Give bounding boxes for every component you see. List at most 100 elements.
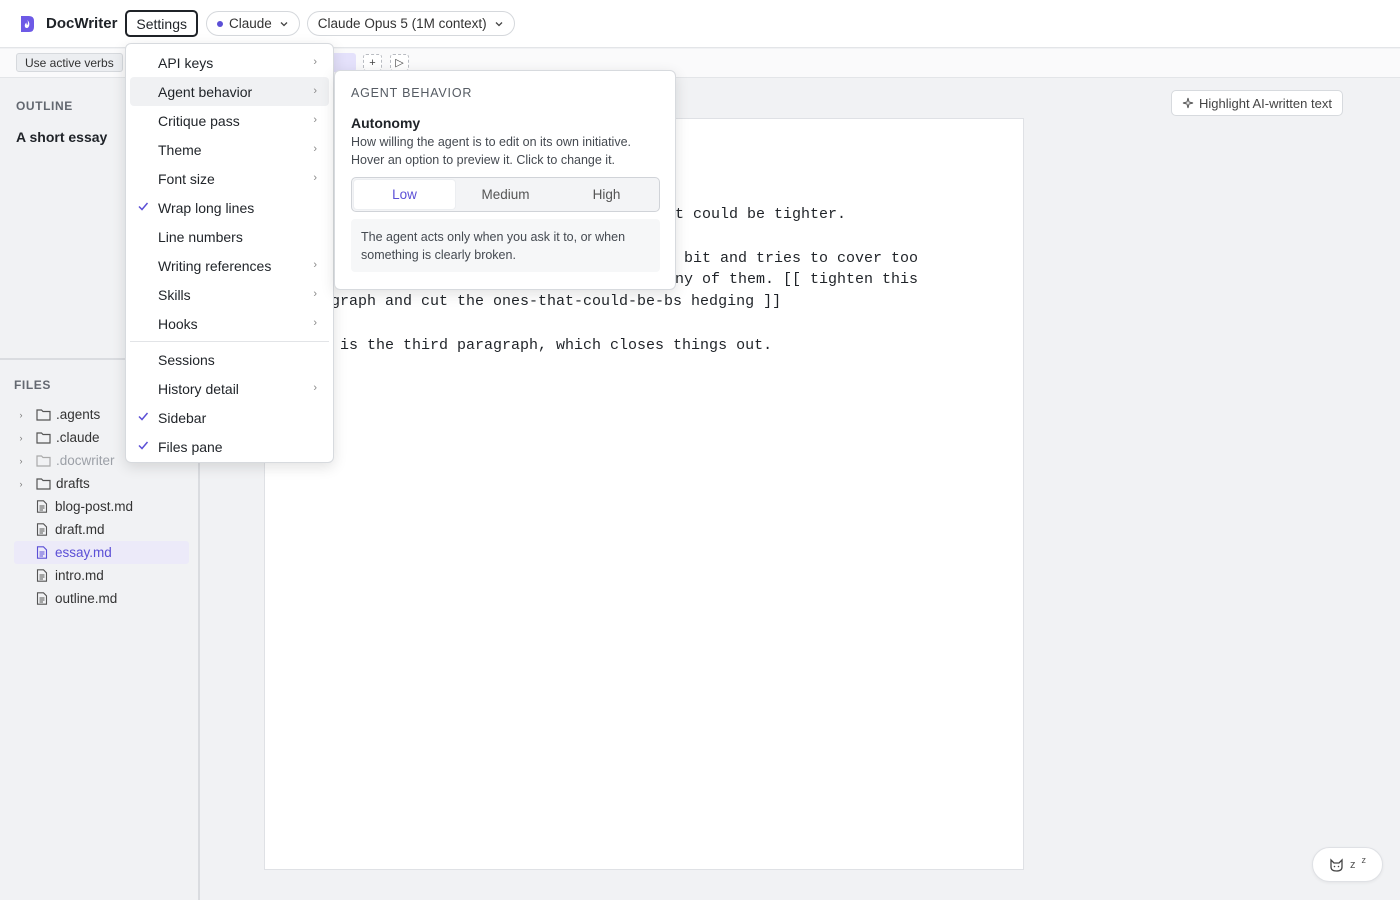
menu-item-writing-references[interactable]: Writing references › <box>130 251 329 280</box>
tree-file-essay[interactable]: essay.md <box>14 541 189 564</box>
menu-item-line-numbers[interactable]: Line numbers <box>130 222 329 251</box>
docwriter-logo-icon <box>21 15 34 32</box>
menu-item-label: Files pane <box>158 438 223 455</box>
menu-item-label: Wrap long lines <box>158 199 255 216</box>
sleep-label-small: z <box>1361 854 1367 865</box>
menu-item-label: Sidebar <box>158 409 207 426</box>
provider-selector[interactable]: Claude <box>206 11 300 36</box>
top-bar: DocWriter Settings Claude Claude Opus 5 … <box>0 0 1400 48</box>
chevron-right-icon: › <box>313 317 317 329</box>
autonomy-title: Autonomy <box>351 115 421 131</box>
menu-item-label: Theme <box>158 141 202 158</box>
chevron-right-icon: › <box>313 143 317 155</box>
cat-icon <box>1330 857 1343 872</box>
idle-status-button[interactable]: z z <box>1312 847 1383 882</box>
settings-menu: API keys › Agent behavior › Critique pas… <box>125 43 334 463</box>
check-icon <box>138 202 149 211</box>
agent-behavior-panel: AGENT BEHAVIOR Autonomy How willing the … <box>334 70 676 290</box>
chevron-right-icon: › <box>19 409 23 420</box>
tree-label: .docwriter <box>56 453 115 468</box>
chevron-right-icon: › <box>19 455 23 466</box>
menu-item-label: Font size <box>158 170 215 187</box>
tree-file-blog-post[interactable]: blog-post.md <box>14 495 189 518</box>
sparkle-icon <box>1182 97 1194 109</box>
chevron-right-icon: › <box>313 259 317 271</box>
file-icon <box>36 523 48 536</box>
outline-item[interactable]: A short essay <box>16 129 107 145</box>
style-chip[interactable]: Use active verbs <box>16 53 123 72</box>
menu-item-history-detail[interactable]: History detail › <box>130 374 329 403</box>
run-button[interactable]: ▷ <box>390 54 409 71</box>
doc-line[interactable]: ny of them. [[ tighten this <box>675 271 918 288</box>
menu-item-label: API keys <box>158 54 214 71</box>
tree-file-intro[interactable]: intro.md <box>14 564 189 587</box>
chevron-down-icon <box>280 21 288 26</box>
tree-folder-drafts[interactable]: › drafts <box>14 472 189 495</box>
doc-line[interactable]: bit and tries to cover too <box>675 250 918 267</box>
sleep-label: z <box>1350 858 1356 871</box>
autonomy-option-low[interactable]: Low <box>354 180 455 209</box>
tree-file-draft[interactable]: draft.md <box>14 518 189 541</box>
autonomy-option-high[interactable]: High <box>556 180 657 209</box>
menu-item-sessions[interactable]: Sessions <box>130 345 329 374</box>
menu-item-label: History detail <box>158 380 239 397</box>
menu-item-label: Agent behavior <box>158 83 253 100</box>
tree-label: .claude <box>56 430 100 445</box>
menu-item-agent-behavior[interactable]: Agent behavior › <box>130 77 329 106</box>
doc-line[interactable]: is the third paragraph, which closes thi… <box>331 337 772 354</box>
provider-status-dot <box>217 20 223 27</box>
menu-item-wrap-long-lines[interactable]: Wrap long lines <box>130 193 329 222</box>
file-icon <box>36 546 48 559</box>
chevron-right-icon: › <box>313 382 317 394</box>
tree-label: .agents <box>56 407 101 422</box>
menu-item-critique-pass[interactable]: Critique pass › <box>130 106 329 135</box>
menu-item-label: Sessions <box>158 351 215 368</box>
menu-item-skills[interactable]: Skills › <box>130 280 329 309</box>
autonomy-segmented-control: Low Medium High <box>351 177 660 212</box>
menu-item-label: Line numbers <box>158 228 243 245</box>
chevron-right-icon: › <box>313 114 317 126</box>
chevron-right-icon: › <box>313 172 317 184</box>
autonomy-description: How willing the agent is to edit on its … <box>351 135 632 167</box>
folder-icon <box>36 478 51 490</box>
model-label: Claude Opus 5 (1M context) <box>317 16 487 31</box>
chevron-down-icon <box>495 21 503 26</box>
settings-button[interactable]: Settings <box>125 10 198 37</box>
tree-label: drafts <box>56 476 90 491</box>
chevron-right-icon: › <box>313 56 317 68</box>
menu-separator <box>130 341 329 342</box>
autonomy-option-medium[interactable]: Medium <box>455 180 556 209</box>
folder-icon <box>36 455 51 467</box>
tree-label: outline.md <box>55 591 118 606</box>
menu-item-font-size[interactable]: Font size › <box>130 164 329 193</box>
autonomy-preview-note: The agent acts only when you ask it to, … <box>351 219 660 272</box>
chevron-right-icon: › <box>19 478 23 489</box>
check-icon <box>138 412 149 421</box>
model-selector[interactable]: Claude Opus 5 (1M context) <box>306 11 515 36</box>
tree-label: intro.md <box>55 568 104 583</box>
doc-line[interactable]: t could be tighter. <box>675 206 846 223</box>
panel-heading: AGENT BEHAVIOR <box>351 86 473 100</box>
menu-item-label: Skills <box>158 286 191 303</box>
menu-item-api-keys[interactable]: API keys › <box>130 48 329 77</box>
folder-icon <box>36 409 51 421</box>
highlight-ai-text-button[interactable]: Highlight AI-written text <box>1171 90 1343 116</box>
tree-file-outline[interactable]: outline.md <box>14 587 189 610</box>
files-heading: FILES <box>14 378 52 392</box>
app-title: DocWriter <box>46 15 118 32</box>
menu-item-hooks[interactable]: Hooks › <box>130 309 329 338</box>
add-button[interactable]: + <box>363 54 382 71</box>
tree-label: essay.md <box>55 545 112 560</box>
menu-item-files-pane[interactable]: Files pane <box>130 432 329 461</box>
menu-item-sidebar[interactable]: Sidebar <box>130 403 329 432</box>
menu-item-label: Critique pass <box>158 112 240 129</box>
tree-label: draft.md <box>55 522 105 537</box>
highlight-label: Highlight AI-written text <box>1199 95 1332 111</box>
menu-item-label: Writing references <box>158 257 272 274</box>
chevron-right-icon: › <box>313 85 317 97</box>
menu-item-theme[interactable]: Theme › <box>130 135 329 164</box>
file-icon <box>36 569 48 582</box>
doc-line[interactable]: graph and cut the ones-that-could-be-bs … <box>331 293 781 310</box>
chevron-right-icon: › <box>19 432 23 443</box>
file-icon <box>36 500 48 513</box>
